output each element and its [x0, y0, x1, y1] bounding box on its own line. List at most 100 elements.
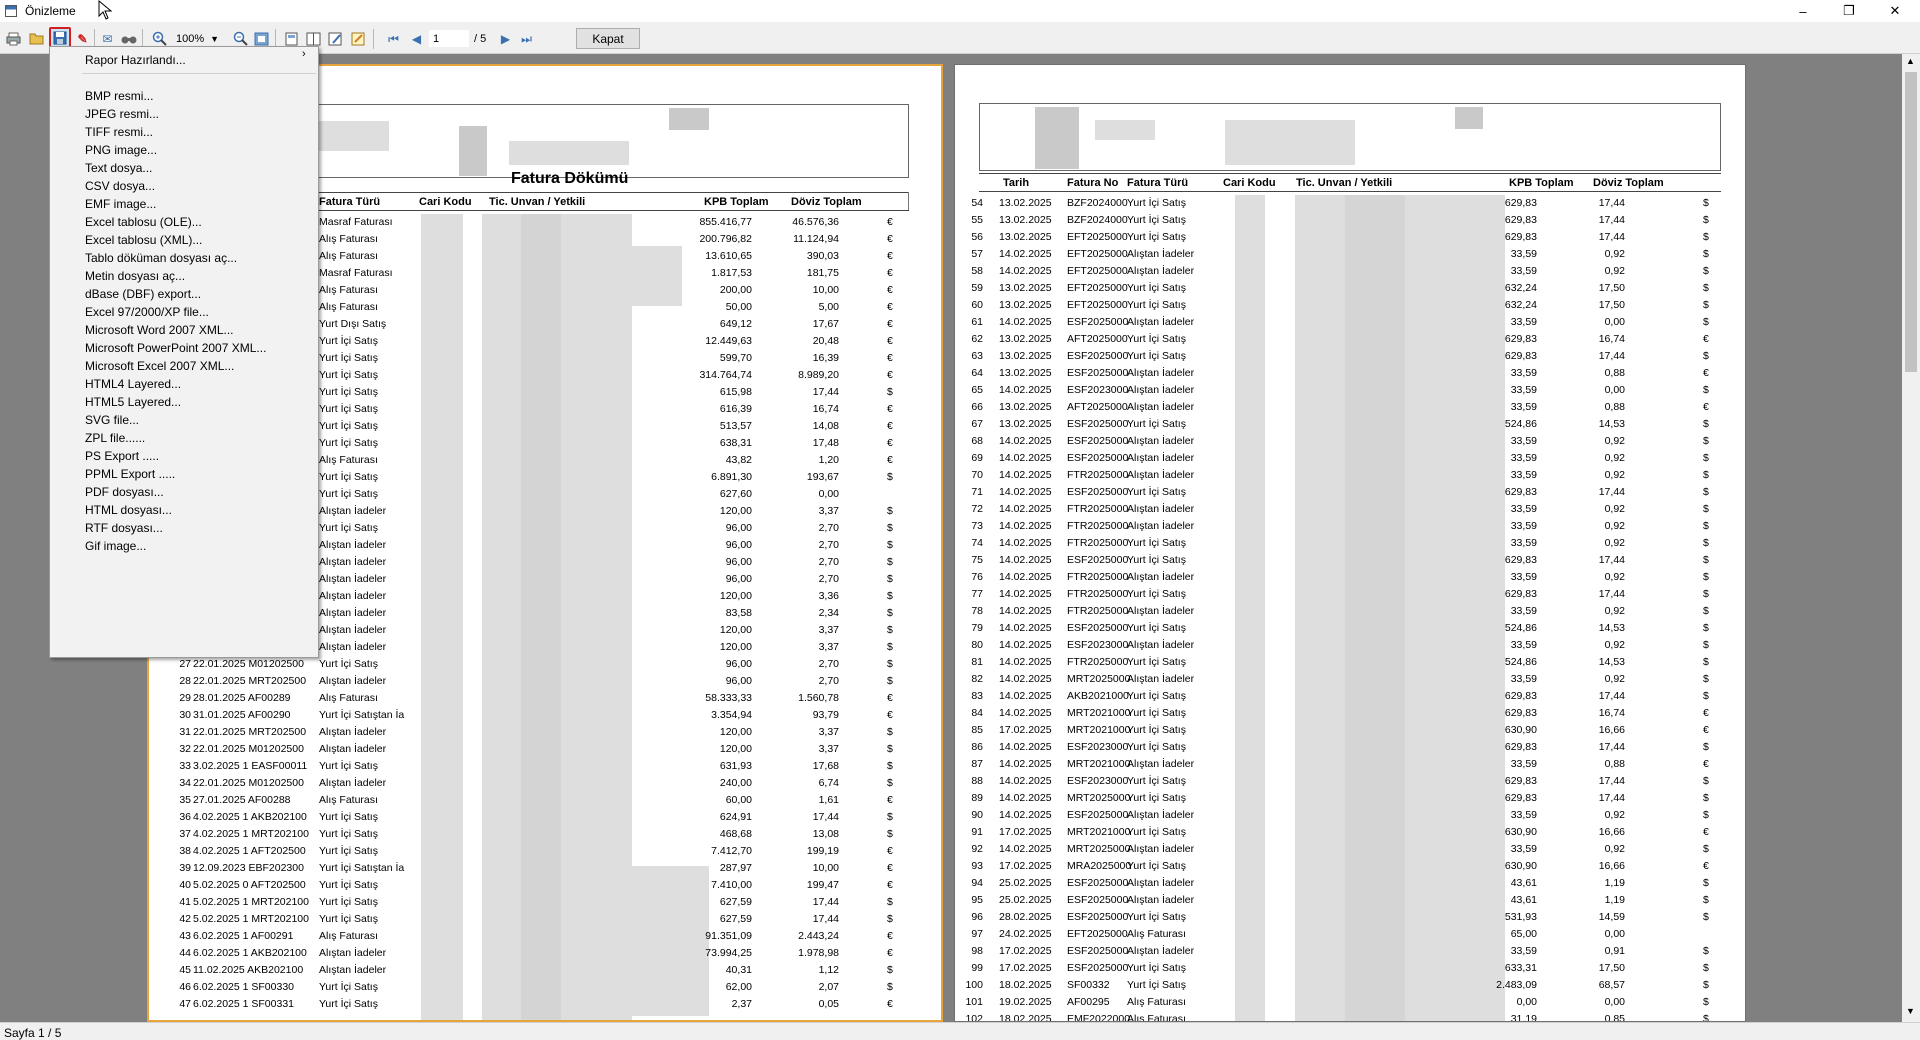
- table-cell: Yurt İçi Satış: [1127, 911, 1186, 923]
- table-cell: FTR2025000: [1067, 588, 1129, 600]
- table-cell: 14.02.2025: [999, 520, 1052, 532]
- single-page-icon[interactable]: [283, 30, 300, 47]
- table-cell: 22.01.2025 MRT202500: [193, 726, 307, 738]
- table-cell: 14.02.2025: [999, 605, 1052, 617]
- table-row: 90 14.02.2025 ESF2025000 Alıştan İadeler 33,…: [955, 807, 1745, 824]
- table-cell: 0,91: [1604, 945, 1625, 957]
- table-cell: 629,83: [1504, 350, 1537, 362]
- table-row: 67 13.02.2025 ESF2025000 Yurt İçi Satış 524,…: [955, 416, 1745, 433]
- table-cell: BZF2024000: [1067, 197, 1128, 209]
- vertical-scrollbar[interactable]: ▲ ▼: [1902, 54, 1920, 1022]
- table-row: 66 13.02.2025 AFT2025000 Alıştan İadeler 33,…: [955, 399, 1745, 416]
- table-cell: 8.989,20: [798, 369, 839, 381]
- table-cell: 2,70: [818, 522, 839, 534]
- table-cell: $: [887, 386, 893, 398]
- table-cell: 3,37: [818, 624, 839, 636]
- table-cell: 0,92: [1604, 843, 1625, 855]
- scroll-up-icon[interactable]: ▲: [1906, 56, 1915, 66]
- minimize-button[interactable]: –: [1780, 0, 1826, 22]
- table-cell: $: [1703, 588, 1709, 600]
- scrollbar-thumb[interactable]: [1905, 72, 1917, 372]
- table-cell: 16,74: [1598, 333, 1625, 345]
- pdf-icon[interactable]: ✎: [74, 30, 91, 47]
- table-cell: 17,68: [812, 760, 839, 772]
- menu-item[interactable]: Rapor Hazırlandı...: [85, 49, 186, 71]
- zoom-select[interactable]: 100% ▼: [176, 30, 224, 47]
- table-cell: Alıştan İadeler: [1127, 894, 1195, 906]
- last-page-icon[interactable]: ⏭: [518, 30, 535, 47]
- table-cell: 0,92: [1604, 571, 1625, 583]
- col-header: Döviz Toplam: [791, 196, 862, 208]
- menu-separator: [82, 73, 316, 74]
- table-cell: 624,91: [719, 811, 752, 823]
- table-cell: €: [1703, 724, 1709, 736]
- table-cell: Masraf Faturası: [319, 267, 393, 279]
- table-row: 89 14.02.2025 MRT2025000 Yurt İçi Satış 629,…: [955, 790, 1745, 807]
- close-window-button[interactable]: ✕: [1872, 0, 1918, 22]
- table-cell: Yurt İçi Satış: [1127, 860, 1186, 872]
- table-cell: 1.560,78: [798, 692, 839, 704]
- table-cell: 629,83: [1504, 707, 1537, 719]
- table-cell: 629,83: [1504, 214, 1537, 226]
- table-cell: 96,00: [725, 573, 752, 585]
- table-cell: 14.02.2025: [999, 707, 1052, 719]
- table-cell: Yurt Dışı Satış: [319, 318, 387, 330]
- close-preview-button[interactable]: Kapat: [576, 28, 640, 49]
- table-cell: ESF2025000: [1067, 486, 1129, 498]
- window-title: Önizleme: [25, 4, 76, 18]
- table-cell: 0,92: [1604, 520, 1625, 532]
- scroll-down-icon[interactable]: ▼: [1906, 1006, 1915, 1016]
- table-cell: 629,83: [1504, 775, 1537, 787]
- table-row: 42 5.02.2025 1 MRT202100 Yurt İçi Satış 627…: [149, 911, 941, 928]
- table-cell: Yurt İçi Satış: [1127, 826, 1186, 838]
- email-icon[interactable]: ✉: [99, 30, 116, 47]
- menu-item[interactable]: Gif image...: [85, 535, 146, 557]
- table-cell: 14.02.2025: [999, 571, 1052, 583]
- first-page-icon[interactable]: ⏮: [385, 30, 402, 47]
- restore-button[interactable]: ❐: [1826, 0, 1872, 22]
- table-cell: 14.02.2025: [999, 673, 1052, 685]
- table-cell: Yurt İçi Satış: [319, 352, 378, 364]
- table-row: 73 14.02.2025 FTR2025000 Alıştan İadeler 33,…: [955, 518, 1745, 535]
- table-cell: 14.02.2025: [999, 588, 1052, 600]
- prev-page-icon[interactable]: ◀: [408, 30, 425, 47]
- table-cell: 33,59: [1510, 316, 1537, 328]
- table-cell: 17,44: [1598, 554, 1625, 566]
- table-cell: 37: [179, 828, 191, 840]
- page-setup-icon[interactable]: [253, 30, 270, 47]
- table-cell: 29: [179, 692, 191, 704]
- table-cell: 33,59: [1510, 452, 1537, 464]
- table-cell: 81: [971, 656, 983, 668]
- table-cell: 91: [971, 826, 983, 838]
- print-icon[interactable]: [5, 30, 22, 47]
- table-cell: 5,00: [818, 301, 839, 313]
- table-cell: Alıştan İadeler: [319, 573, 387, 585]
- table-cell: 6.02.2025 1 SF00330: [193, 981, 295, 993]
- table-cell: €: [887, 250, 893, 262]
- table-cell: $: [1703, 452, 1709, 464]
- table-cell: Alıştan İadeler: [1127, 520, 1195, 532]
- table-cell: €: [1703, 333, 1709, 345]
- table-cell: MRT2021000: [1067, 826, 1131, 838]
- next-page-icon[interactable]: ▶: [497, 30, 514, 47]
- table-row: 79 14.02.2025 ESF2025000 Yurt İçi Satış 524,…: [955, 620, 1745, 637]
- edit-icon[interactable]: [327, 30, 344, 47]
- table-cell: 57: [971, 248, 983, 260]
- zoom-in-icon[interactable]: [151, 30, 168, 47]
- table-cell: 94: [971, 877, 983, 889]
- two-page-icon[interactable]: [305, 30, 322, 47]
- table-cell: $: [1703, 231, 1709, 243]
- table-cell: €: [887, 930, 893, 942]
- table-cell: 50,00: [725, 301, 752, 313]
- table-cell: Yurt İçi Satış: [319, 386, 378, 398]
- open-folder-icon[interactable]: [28, 30, 45, 47]
- table-cell: Alış Faturası: [319, 454, 378, 466]
- zoom-out-icon[interactable]: [232, 30, 249, 47]
- find-icon[interactable]: [120, 30, 137, 47]
- table-cell: Yurt İçi Satış: [1127, 350, 1186, 362]
- table-cell: 0,92: [1604, 673, 1625, 685]
- table-cell: 33,59: [1510, 673, 1537, 685]
- table-cell: €: [887, 947, 893, 959]
- page-number-input[interactable]: 1: [429, 30, 469, 47]
- export-icon[interactable]: [350, 30, 367, 47]
